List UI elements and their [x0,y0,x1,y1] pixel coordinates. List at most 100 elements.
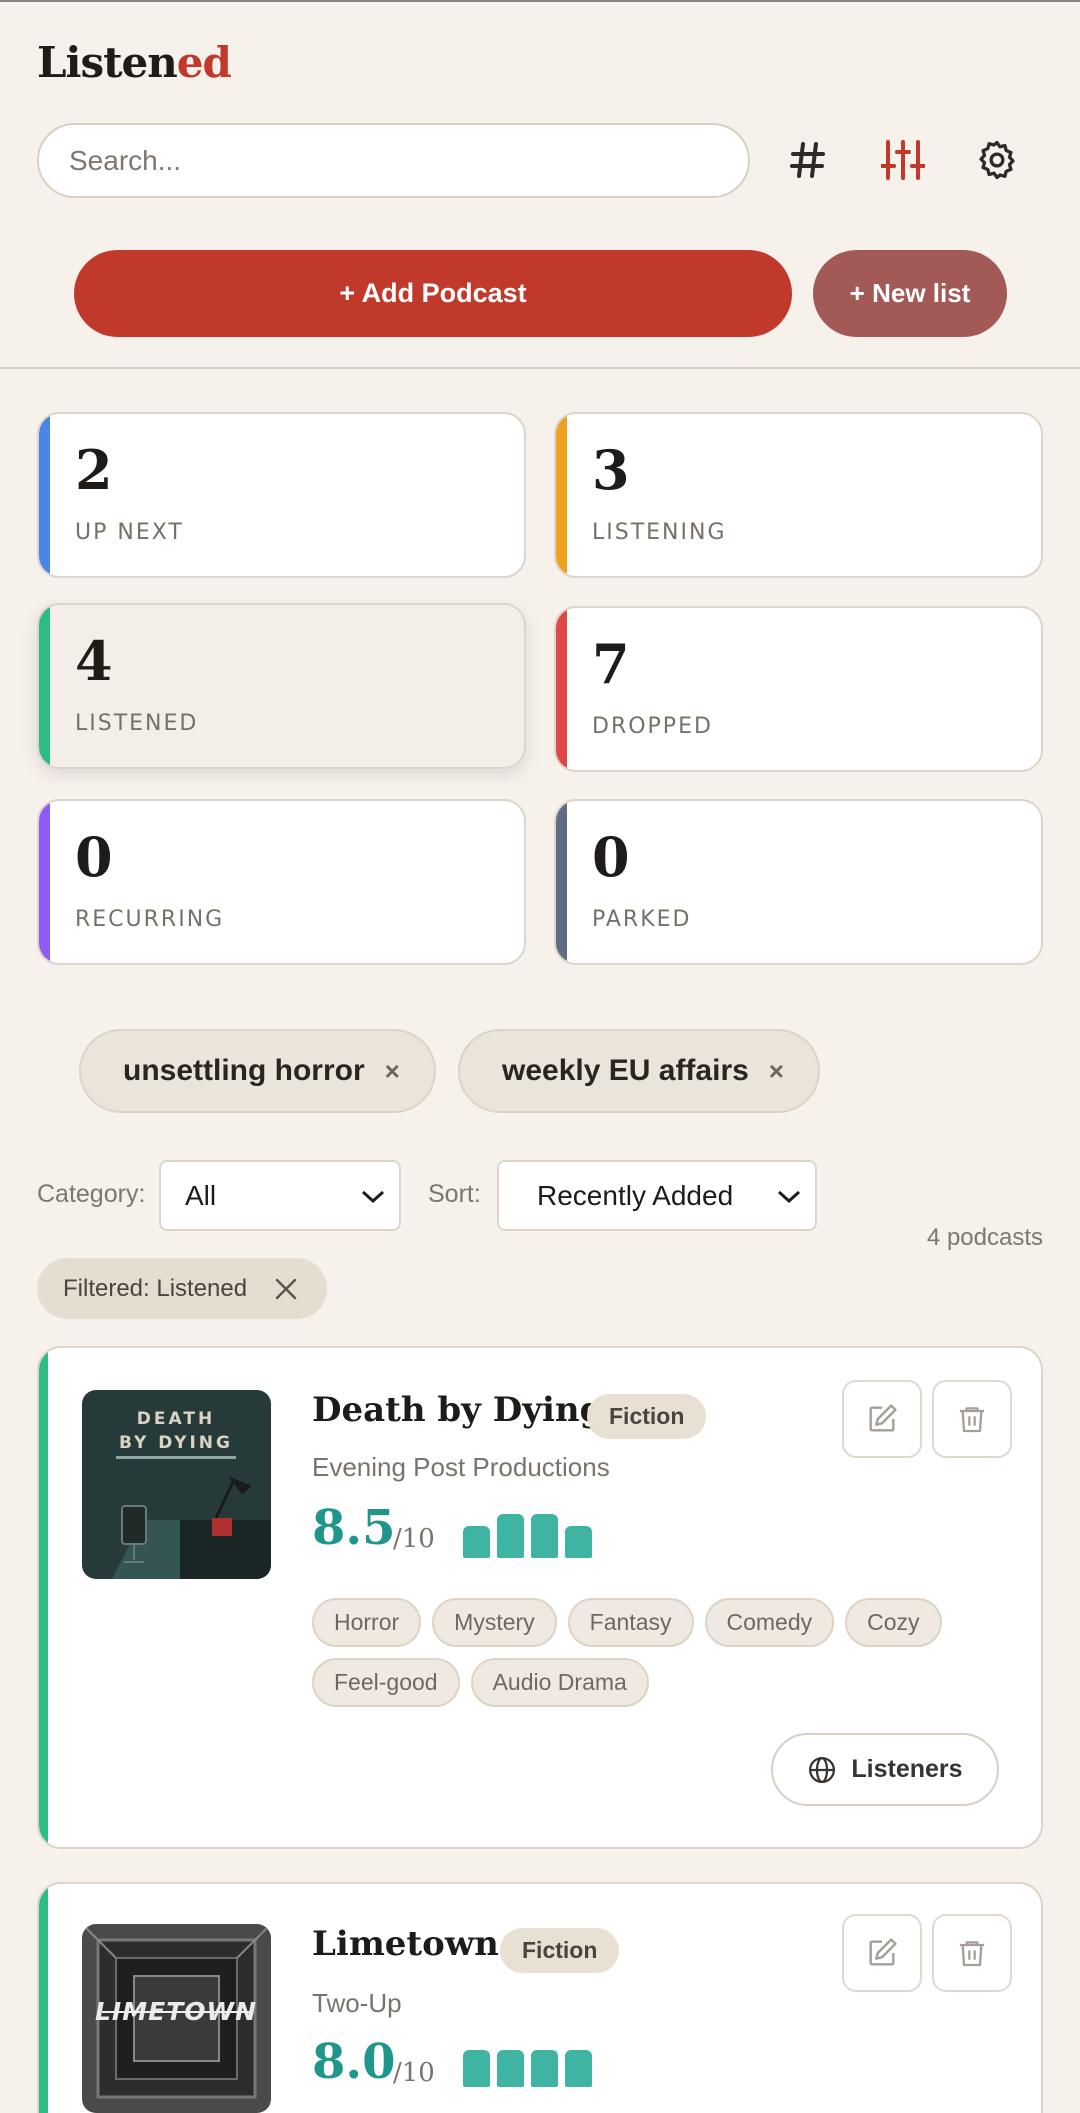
genre-tag[interactable]: Fantasy [567,1598,694,1647]
stat-count: 3 [592,438,630,502]
stat-listening[interactable]: 3 LISTENING [554,412,1043,578]
podcast-card[interactable]: LIMETOWN Limetown Fiction Two-Up 8.0 /10 [37,1882,1043,2113]
trash-icon [960,1407,984,1433]
header-divider [0,367,1080,369]
genre-tag[interactable]: Feel-good [312,1658,460,1707]
stat-count: 0 [75,825,113,889]
category-badge: Fiction [500,1928,620,1973]
sort-label: Sort: [428,1180,481,1208]
podcast-cover: LIMETOWN [82,1924,271,2113]
stat-label: UP NEXT [75,520,184,545]
remove-list-button[interactable]: × [769,1056,784,1087]
genre-tag[interactable]: Cozy [845,1598,942,1647]
edit-icon [869,1938,897,1966]
podcast-count: 4 podcasts [926,1224,1043,1251]
rating-bars [463,2050,592,2087]
app-logo[interactable]: Listened [37,38,232,87]
active-filter-chip[interactable]: Filtered: Listened [37,1258,327,1319]
sort-select[interactable]: Recently Added [497,1160,817,1231]
edit-button[interactable] [842,1914,922,1992]
search-input[interactable] [37,123,750,198]
podcast-card[interactable]: DEATH BY DYING Death by Dying Fiction Ev… [37,1346,1043,1849]
new-list-button[interactable]: + New list [813,250,1007,337]
podcast-score: 8.0 [312,2034,396,2090]
podcast-title[interactable]: Death by Dying [312,1390,603,1430]
stat-parked[interactable]: 0 PARKED [554,799,1043,965]
stat-label: LISTENED [75,711,199,736]
genre-tag[interactable]: Horror [312,1598,422,1647]
delete-button[interactable] [932,1380,1012,1458]
add-podcast-button[interactable]: + Add Podcast [74,250,792,337]
sliders-icon [881,140,925,180]
globe-icon [809,1756,836,1783]
genre-tag[interactable]: Audio Drama [470,1658,649,1707]
stat-dropped[interactable]: 7 DROPPED [554,606,1043,772]
stat-recurring[interactable]: 0 RECURRING [37,799,526,965]
stat-count: 7 [592,632,630,696]
rating-bar [463,2050,490,2087]
podcast-cover: DEATH BY DYING [82,1390,271,1579]
stat-label: DROPPED [592,714,713,739]
stat-color-bar [556,414,567,576]
cover-art: LIMETOWN [82,1924,271,2113]
stat-color-bar [39,605,50,767]
edit-button[interactable] [842,1380,922,1458]
filters-button[interactable] [868,125,938,195]
rating-bar [531,1514,558,1558]
list-chip-label: unsettling horror [123,1054,365,1087]
list-chip[interactable]: weekly EU affairs × [458,1029,820,1113]
stat-count: 2 [75,438,113,502]
stat-label: LISTENING [592,520,727,545]
remove-list-button[interactable]: × [385,1056,400,1087]
stat-color-bar [556,608,567,770]
stat-count: 4 [75,629,113,693]
score-max: /10 [393,1524,435,1554]
tags-button[interactable] [773,125,843,195]
active-filter-label: Filtered: Listened [63,1274,248,1302]
list-chip[interactable]: unsettling horror × [79,1029,436,1113]
podcast-score: 8.5 [312,1500,396,1556]
podcast-publisher: Evening Post Productions [312,1452,610,1482]
chevron-down-icon [777,1190,801,1204]
rating-bar [497,2050,524,2087]
category-badge: Fiction [587,1394,707,1439]
rating-bar [463,1526,490,1558]
stat-color-bar [556,801,567,963]
stat-color-bar [39,801,50,963]
stat-count: 0 [592,825,630,889]
status-color-bar [39,1884,48,2113]
close-icon[interactable] [273,1276,299,1302]
podcast-title[interactable]: Limetown [312,1924,499,1964]
category-label: Category: [37,1180,146,1208]
gear-icon [979,140,1015,180]
delete-button[interactable] [932,1914,1012,1992]
stat-label: PARKED [592,907,692,932]
chevron-down-icon [361,1190,385,1204]
rating-bar [565,2050,592,2087]
sort-select-value: Recently Added [537,1179,734,1211]
svg-text:DEATH: DEATH [137,1409,215,1429]
hash-icon [790,142,825,178]
listeners-label: Listeners [851,1755,963,1783]
svg-text:BY DYING: BY DYING [119,1433,233,1453]
rating-bar [565,1526,592,1558]
settings-button[interactable] [962,125,1032,195]
rating-bar [531,2050,558,2087]
status-color-bar [39,1348,48,1847]
genre-tag[interactable]: Mystery [432,1598,557,1647]
top-border [0,0,1080,2]
rating-bars [463,1514,592,1558]
listeners-button[interactable]: Listeners [771,1733,999,1806]
stat-listened[interactable]: 4 LISTENED [37,603,526,769]
score-max: /10 [393,2058,435,2088]
trash-icon [960,1941,984,1967]
category-select[interactable]: All [159,1160,401,1231]
genre-tag[interactable]: Comedy [704,1598,835,1647]
rating-bar [497,1514,524,1558]
cover-art: DEATH BY DYING [82,1390,271,1579]
edit-icon [869,1404,897,1432]
stat-up-next[interactable]: 2 UP NEXT [37,412,526,578]
stat-color-bar [39,414,50,576]
genre-tags: Horror Mystery Fantasy Comedy Cozy Feel-… [312,1598,972,1707]
category-select-value: All [185,1179,217,1211]
